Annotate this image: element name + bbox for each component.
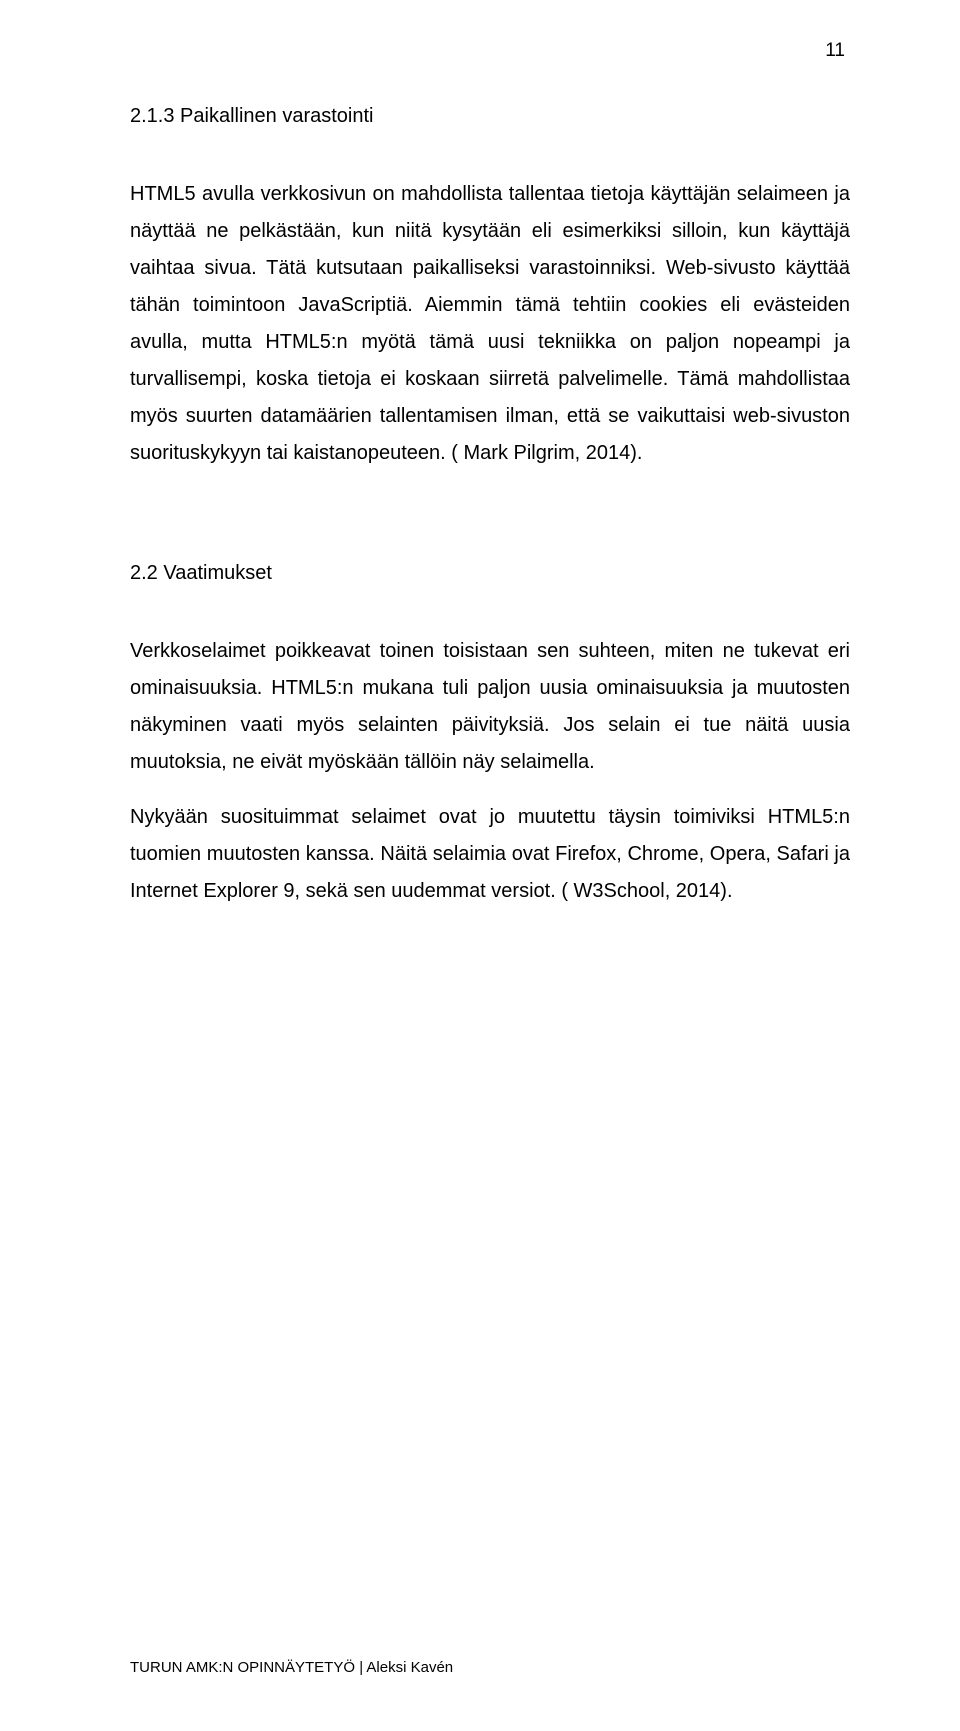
section2-paragraph1: Verkkoselaimet poikkeavat toinen toisist…	[130, 633, 850, 781]
section-heading-requirements: 2.2 Vaatimukset	[130, 562, 850, 585]
section1-paragraph: HTML5 avulla verkkosivun on mahdollista …	[130, 176, 850, 472]
section2-paragraph2: Nykyään suosituimmat selaimet ovat jo mu…	[130, 799, 850, 910]
section-heading-local-storage: 2.1.3 Paikallinen varastointi	[130, 105, 850, 128]
page-number: 11	[825, 40, 845, 62]
footer-text: TURUN AMK:N OPINNÄYTETYÖ | Aleksi Kavén	[130, 1659, 453, 1676]
document-page: 11 2.1.3 Paikallinen varastointi HTML5 a…	[0, 0, 960, 1731]
